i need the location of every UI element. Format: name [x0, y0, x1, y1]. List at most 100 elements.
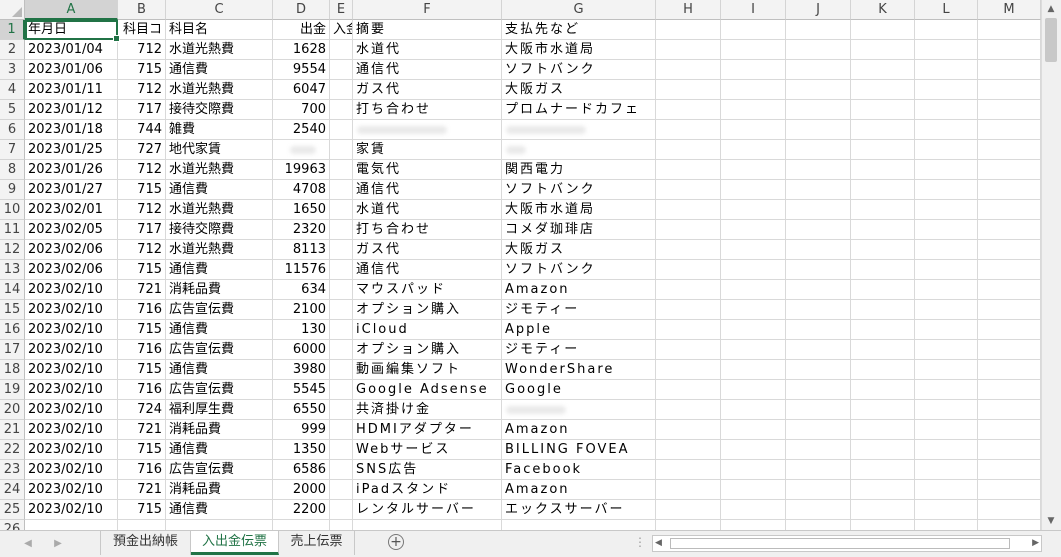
- cell-k6[interactable]: [851, 120, 915, 140]
- cell-l6[interactable]: [915, 120, 978, 140]
- cell-j20[interactable]: [786, 400, 851, 420]
- cell-k1[interactable]: [851, 20, 915, 40]
- cell-e25[interactable]: [330, 500, 353, 520]
- cell-b10[interactable]: 712: [118, 200, 166, 220]
- cell-b19[interactable]: 716: [118, 380, 166, 400]
- cell-a20[interactable]: 2023/02/10: [25, 400, 118, 420]
- column-header-f[interactable]: F: [353, 0, 502, 20]
- cell-d23[interactable]: 6586: [273, 460, 330, 480]
- cell-d17[interactable]: 6000: [273, 340, 330, 360]
- cell-k20[interactable]: [851, 400, 915, 420]
- cell-l10[interactable]: [915, 200, 978, 220]
- cell-f19[interactable]: Google Adsense: [353, 380, 502, 400]
- cell-j12[interactable]: [786, 240, 851, 260]
- cell-l22[interactable]: [915, 440, 978, 460]
- scroll-up-arrow-icon[interactable]: ▲: [1042, 1, 1060, 17]
- cell-g1[interactable]: 支払先など: [502, 20, 656, 40]
- cell-c6[interactable]: 雑費: [166, 120, 273, 140]
- cell-h3[interactable]: [656, 60, 721, 80]
- cell-k2[interactable]: [851, 40, 915, 60]
- cell-h2[interactable]: [656, 40, 721, 60]
- cell-l23[interactable]: [915, 460, 978, 480]
- column-header-g[interactable]: G: [502, 0, 656, 20]
- cell-a17[interactable]: 2023/02/10: [25, 340, 118, 360]
- cell-i17[interactable]: [721, 340, 786, 360]
- cell-g12[interactable]: 大阪ガス: [502, 240, 656, 260]
- cell-m7[interactable]: [978, 140, 1041, 160]
- cell-e11[interactable]: [330, 220, 353, 240]
- cell-k24[interactable]: [851, 480, 915, 500]
- vertical-scrollbar[interactable]: ▲ ▼: [1041, 0, 1061, 530]
- cell-f7[interactable]: 家賃: [353, 140, 502, 160]
- cell-h18[interactable]: [656, 360, 721, 380]
- cell-b7[interactable]: 727: [118, 140, 166, 160]
- cell-e24[interactable]: [330, 480, 353, 500]
- cell-i16[interactable]: [721, 320, 786, 340]
- cell-d15[interactable]: 2100: [273, 300, 330, 320]
- cell-c16[interactable]: 通信費: [166, 320, 273, 340]
- cell-m17[interactable]: [978, 340, 1041, 360]
- cell-c7[interactable]: 地代家賃: [166, 140, 273, 160]
- cell-h12[interactable]: [656, 240, 721, 260]
- cell-g13[interactable]: ソフトバンク: [502, 260, 656, 280]
- cell-g9[interactable]: ソフトバンク: [502, 180, 656, 200]
- cell-j19[interactable]: [786, 380, 851, 400]
- cell-j7[interactable]: [786, 140, 851, 160]
- cell-j1[interactable]: [786, 20, 851, 40]
- cell-d19[interactable]: 5545: [273, 380, 330, 400]
- cell-k21[interactable]: [851, 420, 915, 440]
- cell-j18[interactable]: [786, 360, 851, 380]
- cell-h23[interactable]: [656, 460, 721, 480]
- scroll-right-arrow-icon[interactable]: ▶: [1032, 536, 1039, 551]
- scroll-left-arrow-icon[interactable]: ◀: [655, 536, 662, 551]
- cell-d25[interactable]: 2200: [273, 500, 330, 520]
- cell-i11[interactable]: [721, 220, 786, 240]
- row-header[interactable]: 20: [0, 400, 25, 420]
- cell-i3[interactable]: [721, 60, 786, 80]
- cell-i24[interactable]: [721, 480, 786, 500]
- cell-k14[interactable]: [851, 280, 915, 300]
- cell-l4[interactable]: [915, 80, 978, 100]
- cell-a2[interactable]: 2023/01/04: [25, 40, 118, 60]
- row-header[interactable]: 11: [0, 220, 25, 240]
- cell-l21[interactable]: [915, 420, 978, 440]
- cell-h24[interactable]: [656, 480, 721, 500]
- cell-l2[interactable]: [915, 40, 978, 60]
- cell-m15[interactable]: [978, 300, 1041, 320]
- cell-c12[interactable]: 水道光熱費: [166, 240, 273, 260]
- cell-a7[interactable]: 2023/01/25: [25, 140, 118, 160]
- cell-b18[interactable]: 715: [118, 360, 166, 380]
- cell-j6[interactable]: [786, 120, 851, 140]
- cell-g18[interactable]: WonderShare: [502, 360, 656, 380]
- cell-b23[interactable]: 716: [118, 460, 166, 480]
- cell-c14[interactable]: 消耗品費: [166, 280, 273, 300]
- cell-g8[interactable]: 関西電力: [502, 160, 656, 180]
- cell-c11[interactable]: 接待交際費: [166, 220, 273, 240]
- cell-m5[interactable]: [978, 100, 1041, 120]
- cell-e14[interactable]: [330, 280, 353, 300]
- cell-h25[interactable]: [656, 500, 721, 520]
- cell-a11[interactable]: 2023/02/05: [25, 220, 118, 240]
- cell-m23[interactable]: [978, 460, 1041, 480]
- cell-g17[interactable]: ジモティー: [502, 340, 656, 360]
- cell-m3[interactable]: [978, 60, 1041, 80]
- cell-m16[interactable]: [978, 320, 1041, 340]
- cell-c2[interactable]: 水道光熱費: [166, 40, 273, 60]
- cell-a21[interactable]: 2023/02/10: [25, 420, 118, 440]
- row-header[interactable]: 14: [0, 280, 25, 300]
- cell-f9[interactable]: 通信代: [353, 180, 502, 200]
- row-header[interactable]: 15: [0, 300, 25, 320]
- tab-yokin-suitouchou[interactable]: 預金出納帳: [100, 531, 191, 555]
- cell-a14[interactable]: 2023/02/10: [25, 280, 118, 300]
- cell-d4[interactable]: 6047: [273, 80, 330, 100]
- cell-j15[interactable]: [786, 300, 851, 320]
- cell-e17[interactable]: [330, 340, 353, 360]
- cell-d21[interactable]: 999: [273, 420, 330, 440]
- row-header[interactable]: 23: [0, 460, 25, 480]
- cell-h13[interactable]: [656, 260, 721, 280]
- row-header[interactable]: 8: [0, 160, 25, 180]
- row-header[interactable]: 16: [0, 320, 25, 340]
- row-header[interactable]: 18: [0, 360, 25, 380]
- vertical-scroll-thumb[interactable]: [1045, 18, 1057, 62]
- tab-scroll-right-icon[interactable]: ▶: [50, 536, 66, 552]
